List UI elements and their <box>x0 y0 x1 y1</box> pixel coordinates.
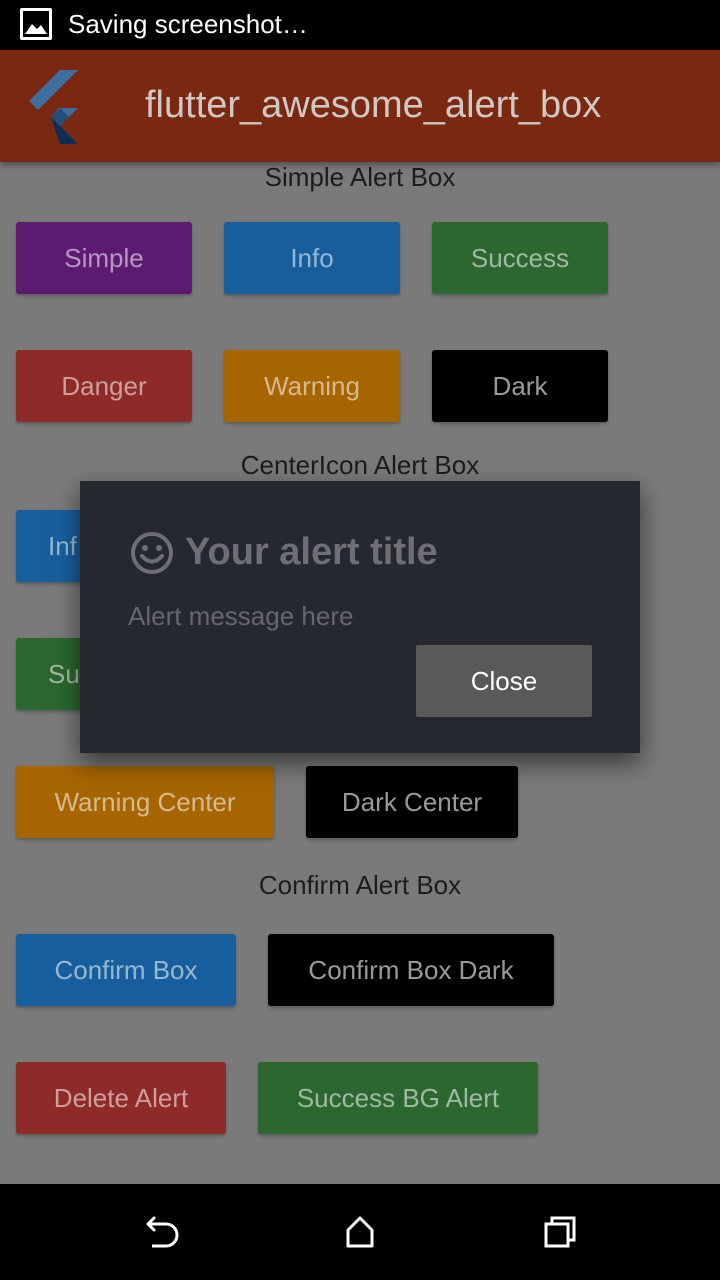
alert-dialog: Your alert title Alert message here Clos… <box>80 481 640 753</box>
app-title: flutter_awesome_alert_box <box>145 84 602 126</box>
close-button[interactable]: Close <box>416 645 592 717</box>
section-title-center-icon: CenterIcon Alert Box <box>240 450 480 480</box>
image-icon <box>20 8 52 40</box>
dark-center-button[interactable]: Dark Center <box>306 766 518 838</box>
navigation-bar <box>0 1184 720 1280</box>
success-button[interactable]: Success <box>432 222 608 294</box>
flutter-logo <box>26 70 90 144</box>
info-button[interactable]: Info <box>224 222 400 294</box>
dark-button[interactable]: Dark <box>432 350 608 422</box>
dialog-message: Alert message here <box>128 601 354 631</box>
warning-center-button[interactable]: Warning Center <box>16 766 274 838</box>
section-title-confirm: Confirm Alert Box <box>258 870 462 900</box>
section-title-simple: Simple Alert Box <box>264 162 456 192</box>
recents-icon[interactable] <box>540 1212 580 1252</box>
dialog-title: Your alert title <box>185 531 438 573</box>
simple-button[interactable]: Simple <box>16 222 192 294</box>
status-notification-text: Saving screenshot… <box>68 9 308 39</box>
delete-alert-button[interactable]: Delete Alert <box>16 1062 226 1134</box>
danger-button[interactable]: Danger <box>16 350 192 422</box>
smiley-face-icon <box>130 531 174 575</box>
status-bar: Saving screenshot… <box>0 0 720 50</box>
confirm-box-button[interactable]: Confirm Box <box>16 934 236 1006</box>
home-icon[interactable] <box>340 1212 380 1252</box>
success-bg-alert-button[interactable]: Success BG Alert <box>258 1062 538 1134</box>
confirm-box-dark-button[interactable]: Confirm Box Dark <box>268 934 554 1006</box>
warning-button[interactable]: Warning <box>224 350 400 422</box>
back-icon[interactable] <box>140 1212 180 1252</box>
app-bar: flutter_awesome_alert_box <box>0 50 720 162</box>
